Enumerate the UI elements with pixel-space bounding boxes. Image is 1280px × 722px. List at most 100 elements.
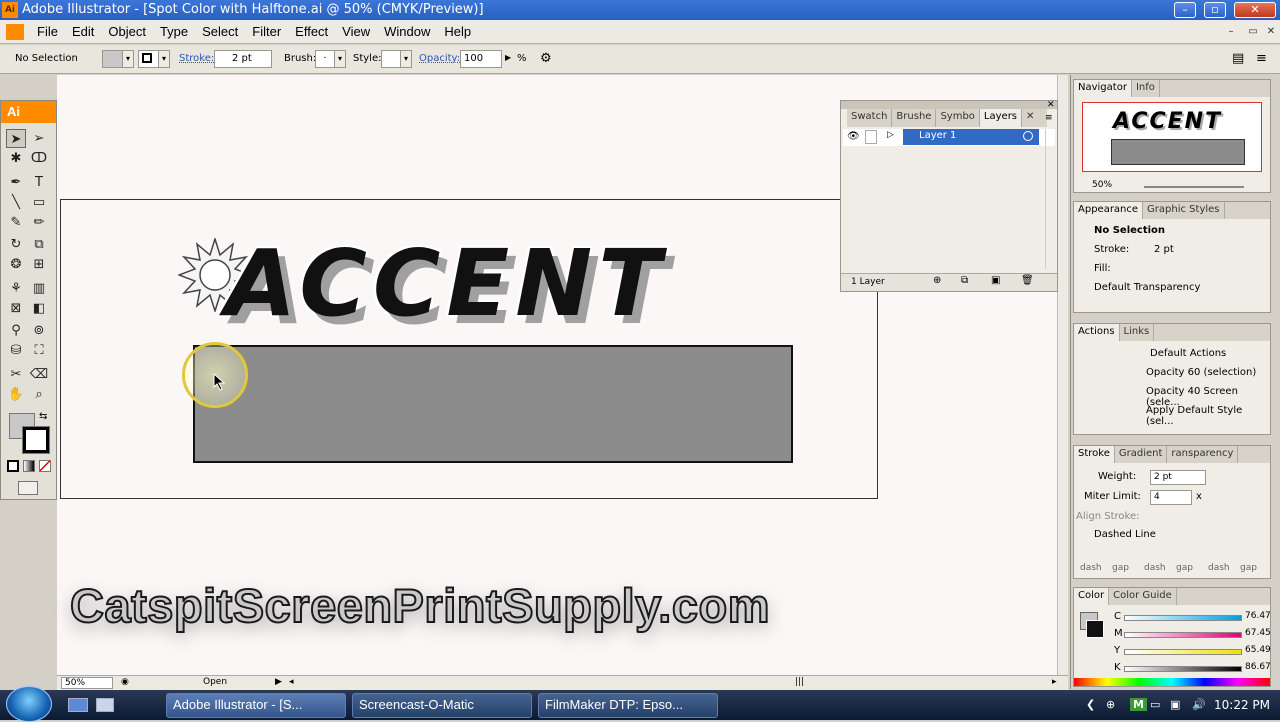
tab-graphic-styles[interactable]: Graphic Styles	[1143, 202, 1225, 219]
rotate-tool-icon[interactable]: ↻	[6, 235, 26, 254]
doc-close-button[interactable]: ✕	[1262, 24, 1280, 40]
miter-field[interactable]: 4	[1150, 490, 1192, 505]
magic-wand-tool-icon[interactable]: ✱	[6, 149, 26, 168]
opacity-label[interactable]: Opacity:	[419, 53, 460, 64]
fill-swatch[interactable]	[102, 50, 124, 68]
hand-tool-icon[interactable]: ✋	[6, 385, 26, 404]
target-icon[interactable]	[1023, 131, 1033, 141]
menu-help[interactable]: Help	[437, 24, 478, 39]
none-mode-icon[interactable]	[39, 460, 51, 472]
blend-tool-icon[interactable]: ⊚	[29, 321, 49, 340]
menu-edit[interactable]: Edit	[65, 24, 101, 39]
screen-mode-icon[interactable]	[18, 481, 38, 495]
black-slider[interactable]	[1124, 666, 1242, 672]
zoom-tool-icon[interactable]: ⌕	[29, 385, 49, 404]
gradient-mode-icon[interactable]	[23, 460, 35, 472]
color-spectrum[interactable]	[1074, 678, 1270, 686]
style-dropdown[interactable]: ▾	[400, 50, 412, 68]
black-value[interactable]: 86.67	[1242, 661, 1271, 676]
direct-selection-tool-icon[interactable]: ➢	[29, 129, 49, 148]
isolate-icon[interactable]: ⚙	[540, 51, 552, 66]
menu-object[interactable]: Object	[101, 24, 153, 39]
mesh-tool-icon[interactable]: ⊠	[6, 299, 26, 318]
clipping-mask-icon[interactable]: ⧉	[961, 275, 968, 286]
start-button[interactable]	[6, 686, 52, 722]
type-tool-icon[interactable]: T	[29, 173, 49, 192]
rectangle-tool-icon[interactable]: ▭	[29, 193, 49, 212]
eyedropper-tool-icon[interactable]: ⚲	[6, 321, 26, 340]
panel-grip[interactable]	[841, 101, 1057, 109]
scroll-right-icon[interactable]: ▸	[1052, 677, 1057, 687]
action-set-name[interactable]: Default Actions	[1150, 348, 1226, 359]
quick-launch-icon[interactable]	[96, 698, 114, 712]
close-button[interactable]: ✕	[1234, 2, 1276, 18]
tab-info[interactable]: Info	[1132, 80, 1160, 97]
stroke-weight-field[interactable]: 2 pt	[214, 50, 272, 68]
menu-type[interactable]: Type	[153, 24, 195, 39]
delete-layer-icon[interactable]: 🗑	[1021, 275, 1034, 286]
expand-arrow-icon[interactable]: ▷	[887, 130, 894, 140]
menu-window[interactable]: Window	[377, 24, 437, 39]
stroke-dropdown[interactable]: ▾	[158, 50, 170, 68]
fill-dropdown[interactable]: ▾	[122, 50, 134, 68]
tab-close-icon[interactable]: ✕	[1022, 109, 1038, 127]
tray-network-icon[interactable]: ⊕	[1106, 698, 1115, 711]
yellow-slider[interactable]	[1124, 649, 1242, 655]
zoom-field[interactable]: 50%	[61, 677, 113, 689]
scroll-grip-icon[interactable]: |||	[795, 677, 804, 687]
tab-stroke[interactable]: Stroke	[1074, 446, 1115, 463]
tray-volume-icon[interactable]: 🔊	[1192, 698, 1206, 711]
lock-toggle[interactable]	[865, 130, 877, 144]
gray-rectangle[interactable]	[193, 345, 793, 463]
eraser-tool-icon[interactable]: ⌫	[29, 365, 49, 384]
layer-row[interactable]: 👁 ▷ Layer 1	[843, 129, 1055, 146]
tab-layers[interactable]: Layers	[979, 109, 1023, 127]
scale-tool-icon[interactable]: ⧉	[29, 235, 49, 254]
lasso-tool-icon[interactable]: ↀ	[29, 149, 49, 168]
new-sublayer-icon[interactable]: ▣	[991, 275, 1000, 286]
stroke-label[interactable]: Stroke:	[179, 53, 214, 64]
action-item[interactable]: Apply Default Style (sel...	[1146, 405, 1270, 427]
weight-field[interactable]: 2 pt	[1150, 470, 1206, 485]
selection-tool-icon[interactable]: ➤	[6, 129, 26, 148]
navigator-thumbnail[interactable]: ACCENT	[1082, 102, 1262, 172]
cyan-slider[interactable]	[1124, 615, 1242, 621]
show-desktop-icon[interactable]	[68, 698, 88, 712]
status-arrow-icon[interactable]: ▶	[275, 677, 282, 687]
opacity-field[interactable]: 100	[460, 50, 502, 68]
tray-expand-icon[interactable]: ❮	[1086, 698, 1095, 711]
brush-dropdown[interactable]: ▾	[334, 50, 346, 68]
slice-tool-icon[interactable]: ✂	[6, 365, 26, 384]
navigator-zoom[interactable]: 50%	[1092, 180, 1112, 190]
cyan-value[interactable]: 76.47	[1242, 610, 1271, 625]
scroll-left-icon[interactable]: ◂	[289, 677, 294, 687]
doc-restore-button[interactable]: ▭	[1244, 24, 1262, 40]
tray-m-icon[interactable]: M	[1130, 698, 1147, 711]
minimize-button[interactable]: –	[1174, 2, 1196, 18]
panel-menu-icon[interactable]: ≡	[1256, 51, 1267, 66]
menu-file[interactable]: File	[30, 24, 65, 39]
graph-tool-icon[interactable]: ▥	[29, 279, 49, 298]
paintbrush-tool-icon[interactable]: ✎	[6, 213, 26, 232]
magenta-slider[interactable]	[1124, 632, 1242, 638]
pen-tool-icon[interactable]: ✒	[6, 173, 26, 192]
locate-object-icon[interactable]: ⊕	[933, 275, 941, 286]
color-mode-icon[interactable]	[7, 460, 19, 472]
tab-transparency[interactable]: ransparency	[1167, 446, 1239, 463]
layer-name[interactable]: Layer 1	[903, 129, 1039, 145]
tab-gradient[interactable]: Gradient	[1115, 446, 1168, 463]
workspace-icon[interactable]: ▤	[1232, 51, 1244, 66]
menu-view[interactable]: View	[335, 24, 377, 39]
appearance-stroke-value[interactable]: 2 pt	[1154, 244, 1174, 255]
line-tool-icon[interactable]: ╲	[6, 193, 26, 212]
navigator-zoom-slider[interactable]	[1144, 186, 1244, 188]
document-icon[interactable]	[6, 24, 24, 40]
tab-symbols[interactable]: Symbo	[936, 109, 980, 127]
brush-field[interactable]: ·	[315, 50, 335, 68]
tab-navigator[interactable]: Navigator	[1074, 80, 1132, 97]
panel-close-icon[interactable]: ✕	[1047, 100, 1055, 110]
tab-appearance[interactable]: Appearance	[1074, 202, 1144, 219]
taskbar-filmmaker[interactable]: FilmMaker DTP: Epso...	[538, 693, 718, 718]
layers-scrollbar[interactable]	[1045, 129, 1055, 269]
appearance-default[interactable]: Default Transparency	[1094, 282, 1200, 293]
